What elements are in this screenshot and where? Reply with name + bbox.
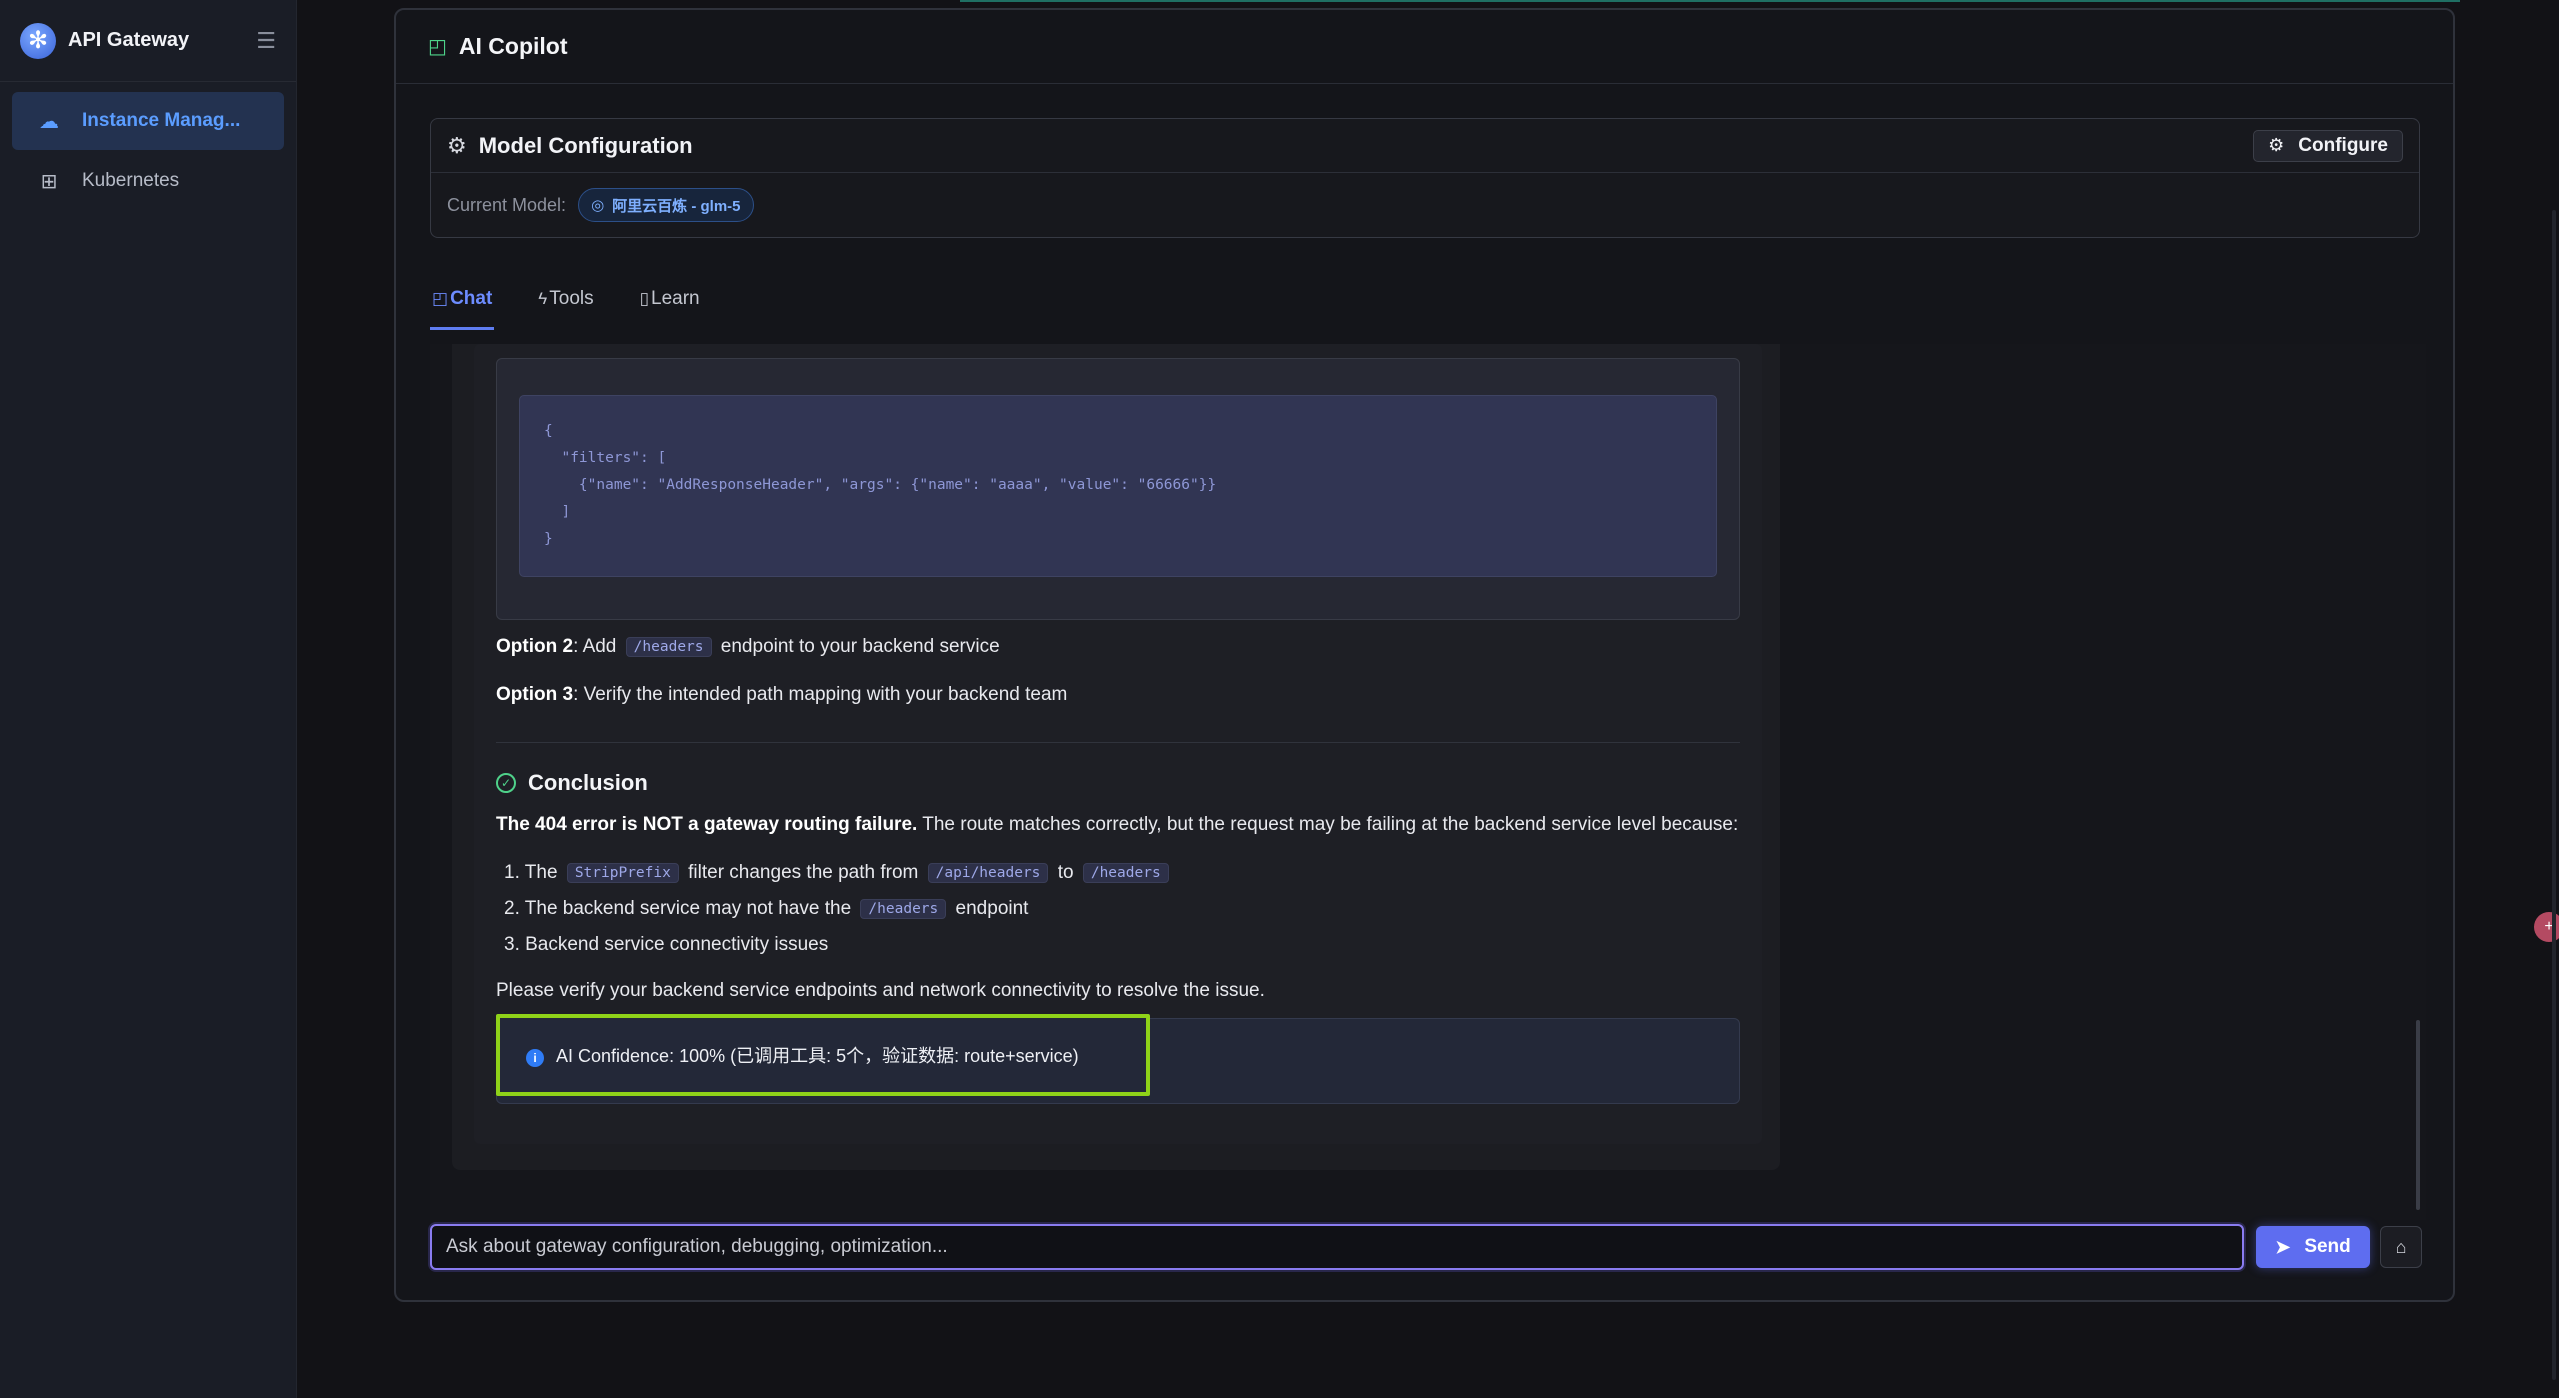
closing-text: Please verify your backend service endpo…	[496, 980, 1265, 1001]
check-circle-icon: ◎	[591, 197, 605, 214]
current-model-label: Current Model:	[447, 194, 567, 215]
brand-title: API Gateway	[68, 29, 190, 51]
collapse-sidebar-icon[interactable]: ☰	[256, 28, 276, 54]
inline-code: /headers	[1082, 862, 1169, 883]
chat-messages[interactable]: { "filters": [ {"name": "AddResponseHead…	[430, 344, 2426, 1220]
robot-icon[interactable]: ⌂	[2380, 1226, 2422, 1268]
lightning-icon: ϟ	[538, 289, 548, 308]
sidebar-item-kubernetes[interactable]: ⊞ Kubernetes	[12, 152, 284, 210]
sidebar-nav: ☁ Instance Manag... ⊞ Kubernetes	[0, 82, 296, 222]
panel-title: AI Copilot	[458, 33, 568, 59]
configure-button[interactable]: ⚙ Configure	[2253, 129, 2403, 162]
tab-chat[interactable]: ◰ Chat	[430, 268, 495, 330]
chat-scrollbar[interactable]	[2416, 1020, 2420, 1210]
inline-code: /api/headers	[927, 862, 1049, 883]
robot-icon: ◰	[428, 36, 447, 58]
copilot-tabs: ◰ Chat ϟ Tools ▯ Learn	[430, 268, 744, 330]
option-3-body: : Verify the intended path mapping with …	[573, 684, 1068, 705]
current-model-value: 阿里云百炼 - glm-5	[612, 197, 741, 215]
info-icon: i	[526, 1049, 544, 1067]
send-button[interactable]: ➤ Send	[2256, 1226, 2370, 1268]
list-text: 2. The backend service may not have the	[504, 898, 852, 919]
inline-code: /headers	[860, 898, 947, 919]
tab-learn[interactable]: ▯ Learn	[638, 268, 702, 330]
conclusion-heading: ✓ Conclusion	[496, 770, 648, 796]
gateway-logo-icon: ✻	[20, 22, 56, 59]
inline-code: StripPrefix	[566, 862, 679, 883]
send-icon: ➤	[2275, 1236, 2291, 1257]
confidence-text: AI Confidence: 100% (已调用工具: 5个，验证数据: rou…	[556, 1046, 1079, 1066]
conclusion-text: The route matches correctly, but the req…	[922, 814, 1739, 835]
ai-copilot-panel: ◰ AI Copilot ⚙ Model Configuration ⚙ Con…	[394, 8, 2455, 1302]
chat-input[interactable]	[430, 1224, 2244, 1270]
configure-label: Configure	[2298, 134, 2388, 156]
tab-tools[interactable]: ϟ Tools	[536, 268, 595, 330]
confidence-highlight: i AI Confidence: 100% (已调用工具: 5个，验证数据: r…	[496, 1014, 1150, 1096]
model-config-header: ⚙ Model Configuration ⚙ Configure	[431, 119, 2419, 173]
option-3-text: Option 3: Verify the intended path mappi…	[496, 684, 1067, 706]
list-text: endpoint	[955, 898, 1029, 919]
option-2-pre: : Add	[573, 636, 617, 657]
model-configuration-card: ⚙ Model Configuration ⚙ Configure Curren…	[430, 118, 2420, 238]
sidebar-item-label: Instance Manag...	[82, 110, 241, 131]
section-divider	[496, 742, 1740, 743]
check-circle-icon: ✓	[496, 773, 516, 793]
assistant-message: { "filters": [ {"name": "AddResponseHead…	[452, 344, 1780, 1170]
code-block: { "filters": [ {"name": "AddResponseHead…	[519, 395, 1717, 577]
top-accent-line	[960, 0, 2460, 2]
brand-header: ✻ API Gateway ☰	[0, 0, 296, 82]
conclusion-summary: The 404 error is NOT a gateway routing f…	[496, 814, 1738, 836]
list-item: 1. The StripPrefix filter changes the pa…	[504, 862, 1173, 884]
sidebar-item-instance-management[interactable]: ☁ Instance Manag...	[12, 92, 284, 150]
list-text: to	[1057, 862, 1074, 883]
code-container: { "filters": [ {"name": "AddResponseHead…	[496, 358, 1740, 620]
gear-icon: ⚙	[447, 132, 467, 158]
panel-header: ◰ AI Copilot	[396, 10, 2453, 84]
conclusion-title: Conclusion	[528, 770, 648, 795]
assistant-message-body: { "filters": [ {"name": "AddResponseHead…	[474, 344, 1762, 1144]
option-2-label: Option 2	[496, 636, 574, 657]
list-text: 1. The	[504, 862, 558, 883]
current-model-tag: ◎ 阿里云百炼 - glm-5	[578, 188, 754, 222]
option-3-label: Option 3	[496, 684, 574, 705]
option-2-text: Option 2: Add /headers endpoint to your …	[496, 636, 1000, 658]
option-2-post: endpoint to your backend service	[720, 636, 1000, 657]
send-label: Send	[2304, 1236, 2351, 1257]
sidebar: ✻ API Gateway ☰ ☁ Instance Manag... ⊞ Ku…	[0, 0, 297, 1398]
tab-label: Tools	[549, 288, 594, 309]
tab-label: Learn	[651, 288, 700, 309]
book-icon: ▯	[639, 289, 650, 308]
inline-code: /headers	[625, 636, 712, 657]
model-config-title: Model Configuration	[478, 132, 693, 158]
list-item: 3. Backend service connectivity issues	[504, 934, 829, 955]
conclusion-bold: The 404 error is NOT a gateway routing f…	[496, 814, 918, 835]
page-scrollbar[interactable]	[2552, 210, 2556, 1380]
cloud-icon: ☁	[39, 110, 59, 133]
list-item: 2. The backend service may not have the …	[504, 898, 1028, 920]
robot-icon: ◰	[432, 289, 449, 308]
sidebar-item-label: Kubernetes	[82, 170, 180, 191]
tab-label: Chat	[450, 288, 493, 309]
list-text: filter changes the path from	[688, 862, 919, 883]
chat-input-row: ➤ Send ⌂	[430, 1224, 2430, 1272]
gear-icon: ⚙	[2268, 135, 2285, 155]
model-config-body: Current Model: ◎ 阿里云百炼 - glm-5	[431, 173, 2419, 237]
cluster-icon: ⊞	[40, 170, 58, 193]
